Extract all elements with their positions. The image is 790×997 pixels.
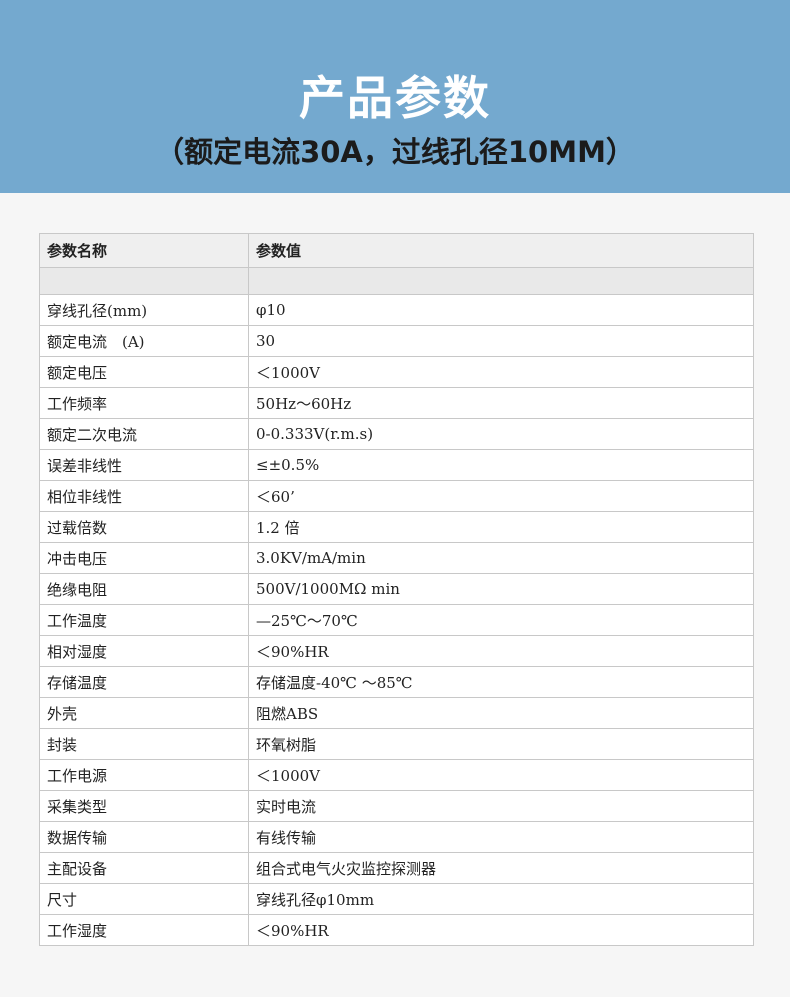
parameter-table: 参数名称 参数值 穿线孔径(mm) φ10 额定电流 (A) 30 额定电压 ＜1000V… [39,233,754,946]
page-subtitle: （额定电流30A，过线孔径10MM） [155,135,635,169]
table-row: 相对湿度 ＜90%HR [39,635,754,667]
param-value-cell: —25℃～70℃ [248,604,754,636]
param-name-cell: 工作电源 [39,759,249,791]
param-value-cell: ＜90%HR [248,914,754,946]
param-name-cell: 存储温度 [39,666,249,698]
param-name-cell: 绝缘电阻 [39,573,249,605]
table-row: 尺寸 穿线孔径φ10mm [39,883,754,915]
table-row: 外壳 阻燃ABS [39,697,754,729]
table-row: 冲击电压 3.0KV/mA/min [39,542,754,574]
table-row: 额定二次电流 0-0.333V(r.m.s) [39,418,754,450]
table-row: 额定电压 ＜1000V [39,356,754,388]
table-row: 相位非线性 ＜60’ [39,480,754,512]
table-row: 工作电源 ＜1000V [39,759,754,791]
param-value-cell: ＜1000V [248,759,754,791]
table-row: 工作湿度 ＜90%HR [39,914,754,946]
param-name-cell: 额定二次电流 [39,418,249,450]
table-header-row: 参数名称 参数值 [39,233,754,268]
param-name-cell: 尺寸 [39,883,249,915]
table-row: 绝缘电阻 500V/1000MΩ min [39,573,754,605]
param-value-cell: 3.0KV/mA/min [248,542,754,574]
param-name-cell: 工作湿度 [39,914,249,946]
param-value-cell: 30 [248,325,754,357]
param-value-cell: 存储温度-40℃ ～85℃ [248,666,754,698]
param-value-cell: 500V/1000MΩ min [248,573,754,605]
param-value-cell: ＜60’ [248,480,754,512]
table-row: 封装 环氧树脂 [39,728,754,760]
param-value-cell: 穿线孔径φ10mm [248,883,754,915]
param-name-cell: 相位非线性 [39,480,249,512]
param-name-cell: 采集类型 [39,790,249,822]
param-value-cell: 环氧树脂 [248,728,754,760]
param-name-cell: 数据传输 [39,821,249,853]
header-banner: 产品参数 （额定电流30A，过线孔径10MM） [0,0,790,193]
table-row: 额定电流 (A) 30 [39,325,754,357]
table-row: 误差非线性 ≤±0.5% [39,449,754,481]
param-value-cell: ＜90%HR [248,635,754,667]
param-name-cell: 工作频率 [39,387,249,419]
param-name-cell: 额定电流 (A) [39,325,249,357]
param-name-cell: 外壳 [39,697,249,729]
table-row: 工作频率 50Hz～60Hz [39,387,754,419]
param-value-cell: ≤±0.5% [248,449,754,481]
param-name-cell: 过载倍数 [39,511,249,543]
param-name-cell: 额定电压 [39,356,249,388]
page-title: 产品参数 [299,71,491,125]
param-name-cell: 相对湿度 [39,635,249,667]
param-value-cell: 1.2 倍 [248,511,754,543]
param-name-cell: 误差非线性 [39,449,249,481]
spacer-cell [248,267,754,295]
param-value-cell: 组合式电气火灾监控探测器 [248,852,754,884]
table-body: 穿线孔径(mm) φ10 额定电流 (A) 30 额定电压 ＜1000V 工作频率 50Hz～… [39,267,754,946]
param-value-cell: φ10 [248,294,754,326]
table-row: 过载倍数 1.2 倍 [39,511,754,543]
table-row: 主配设备 组合式电气火灾监控探测器 [39,852,754,884]
param-name-cell: 封装 [39,728,249,760]
param-value-cell: 实时电流 [248,790,754,822]
param-value-cell: 0-0.333V(r.m.s) [248,418,754,450]
param-name-cell: 工作温度 [39,604,249,636]
table-spacer-row [39,267,754,295]
param-name-cell: 冲击电压 [39,542,249,574]
header-param-name: 参数名称 [39,233,249,268]
param-value-cell: ＜1000V [248,356,754,388]
param-value-cell: 阻燃ABS [248,697,754,729]
table-row: 工作温度 —25℃～70℃ [39,604,754,636]
table-row: 穿线孔径(mm) φ10 [39,294,754,326]
table-row: 存储温度 存储温度-40℃ ～85℃ [39,666,754,698]
header-param-value: 参数值 [248,233,754,268]
table-row: 数据传输 有线传输 [39,821,754,853]
param-value-cell: 50Hz～60Hz [248,387,754,419]
param-value-cell: 有线传输 [248,821,754,853]
param-name-cell: 穿线孔径(mm) [39,294,249,326]
table-row: 采集类型 实时电流 [39,790,754,822]
spacer-cell [39,267,249,295]
param-name-cell: 主配设备 [39,852,249,884]
